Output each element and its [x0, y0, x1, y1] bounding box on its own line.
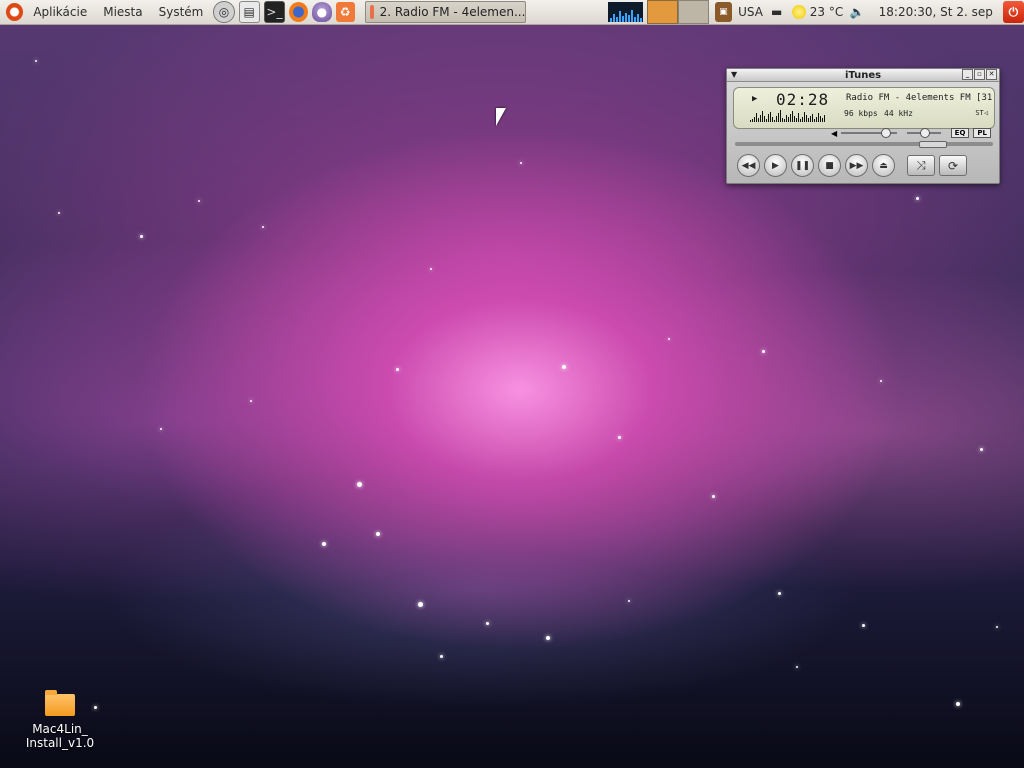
task-button-label: 2. Radio FM - 4elemen...	[379, 5, 526, 19]
play-button[interactable]: ▶	[764, 154, 787, 177]
display-icon[interactable]: ▬	[769, 2, 784, 22]
menu-places[interactable]: Miesta	[95, 0, 150, 24]
shade-icon[interactable]: ▫	[974, 69, 985, 80]
workspace-1[interactable]	[647, 0, 678, 24]
desktop-icon-label: Mac4Lin_ Install_v1.0	[25, 722, 95, 750]
stereo-indicator: ST◁	[975, 109, 988, 117]
workspace-2[interactable]	[677, 0, 709, 24]
app-icon[interactable]: ♻	[335, 2, 355, 22]
weather-sun-icon[interactable]	[792, 5, 806, 19]
minimize-icon[interactable]: _	[962, 69, 973, 80]
stop-button[interactable]: ■	[818, 154, 841, 177]
player-titlebar[interactable]: ▼ iTunes _ ▫ ✕	[727, 69, 999, 82]
terminal-icon[interactable]: >_	[263, 1, 286, 23]
visualizer[interactable]	[750, 110, 826, 124]
pidgin-icon[interactable]: ●	[312, 2, 332, 22]
disk-icon[interactable]: ◎	[213, 1, 235, 23]
eject-button[interactable]: ⏏	[872, 154, 895, 177]
firefox-icon[interactable]	[289, 2, 309, 22]
temperature[interactable]: 23 °C	[806, 5, 847, 19]
next-button[interactable]: ▶▶	[845, 154, 868, 177]
clock[interactable]: 18:20:30, St 2. sep	[875, 5, 997, 19]
song-marquee: Radio FM - 4elements FM [31.0	[846, 93, 992, 103]
seek-bar[interactable]	[735, 141, 993, 148]
menu-system[interactable]: Systém	[151, 0, 212, 24]
pause-button[interactable]: ❚❚	[791, 154, 814, 177]
shuffle-button[interactable]: ⤨	[907, 155, 935, 176]
keyboard-layout[interactable]: USA	[734, 5, 767, 19]
file-manager-icon[interactable]: ▤	[238, 1, 260, 23]
power-icon[interactable]: ⏻	[1002, 1, 1024, 23]
transport-controls: ◀◀ ▶ ❚❚ ■ ▶▶ ⏏ ⤨ ⟳	[737, 154, 971, 177]
task-button-radio[interactable]: 2. Radio FM - 4elemen...	[364, 1, 527, 23]
previous-button[interactable]: ◀◀	[737, 154, 760, 177]
menu-applications[interactable]: Aplikácie	[25, 0, 95, 24]
volume-slider[interactable]	[841, 128, 897, 138]
play-indicator-icon: ▶	[752, 94, 758, 104]
volume-icon[interactable]: 🔈	[849, 2, 864, 22]
itunes-player: ▼ iTunes _ ▫ ✕ ▶ 02:28 Radio FM - 4eleme…	[726, 68, 1000, 184]
mouse-pointer-icon	[496, 108, 506, 126]
network-icon[interactable]: ▣	[714, 2, 733, 22]
ubuntu-logo-icon[interactable]	[6, 3, 24, 21]
player-title: iTunes	[844, 69, 882, 81]
desktop-icon-mac4lin[interactable]: Mac4Lin_ Install_v1.0	[20, 690, 100, 750]
balance-slider[interactable]	[906, 128, 941, 138]
repeat-button[interactable]: ⟳	[939, 155, 967, 176]
system-monitor[interactable]	[608, 2, 644, 22]
radio-app-icon	[369, 5, 374, 19]
top-panel: Aplikácie Miesta Systém ◎ ▤ >_ ● ♻ 2. Ra…	[0, 0, 1024, 25]
lcd-display: ▶ 02:28 Radio FM - 4elements FM [31.0 96…	[733, 87, 995, 129]
playlist-button[interactable]: PL	[973, 128, 991, 138]
bitrate: 96 kbps	[844, 109, 878, 118]
volume-small-icon: ◀	[831, 128, 838, 138]
folder-icon	[45, 690, 75, 716]
time-display[interactable]: 02:28	[776, 90, 829, 109]
sample-rate: 44 kHz	[884, 109, 913, 118]
close-icon[interactable]: ✕	[986, 69, 997, 80]
slider-row: ◀ EQ PL	[831, 128, 991, 138]
menu-triangle-icon[interactable]: ▼	[731, 70, 737, 79]
eq-button[interactable]: EQ	[950, 128, 970, 138]
